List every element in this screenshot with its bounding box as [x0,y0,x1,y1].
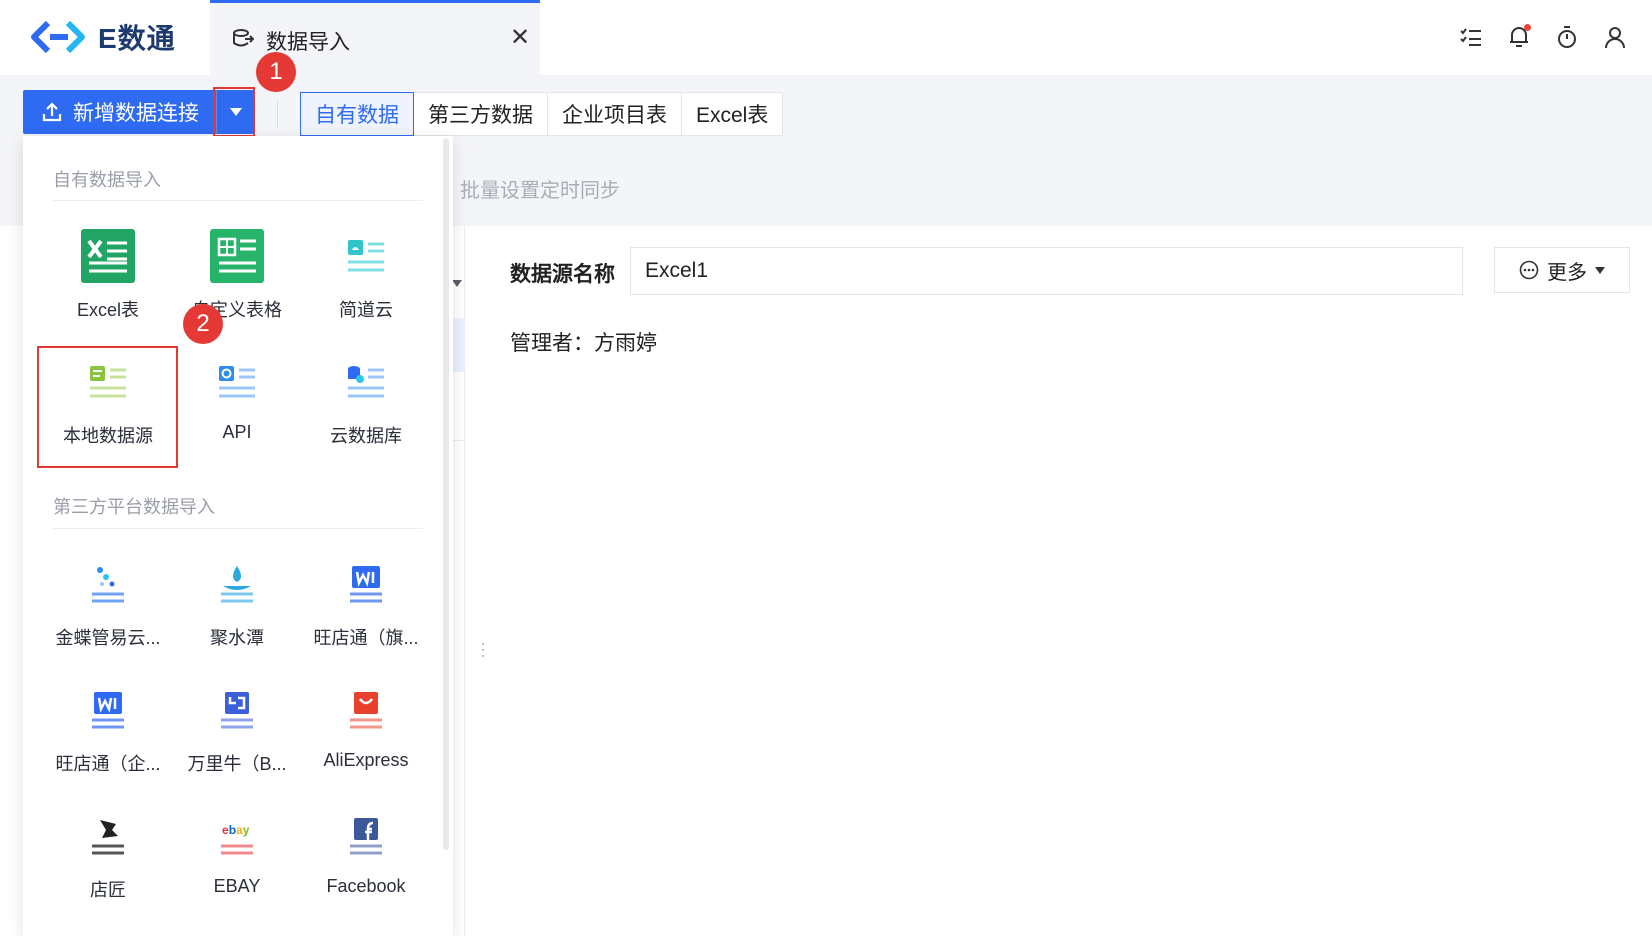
tab-own-data[interactable]: 自有数据 [300,92,414,136]
datasource-name-input[interactable]: Excel1 [630,247,1463,295]
top-bar: E数通 数据导入 ✕ [0,0,1652,75]
tab-excel-table[interactable]: Excel表 [682,93,782,135]
jushuitan-icon [209,556,265,612]
annotation-box-local-datasource [37,346,178,468]
item-jiandaoyun[interactable]: 简道云 [301,224,431,324]
item-ebay[interactable]: ebay EBAY [172,804,302,904]
divider [277,100,278,128]
batch-schedule-sync-link[interactable]: 批量设置定时同步 [460,174,620,203]
annotation-badge-2: 2 [183,304,223,344]
item-kingdee[interactable]: 金蝶管易云... [43,552,173,652]
item-wanliniu[interactable]: 万里牛（B... [172,678,302,778]
more-button[interactable]: 更多 [1494,247,1630,293]
item-cloud-database[interactable]: 云数据库 [301,350,431,450]
item-aliexpress[interactable]: AliExpress [301,678,431,778]
data-type-tabs: 自有数据 第三方数据 企业项目表 Excel表 [300,92,784,136]
user-icon[interactable] [1602,22,1628,52]
section-title-third-party: 第三方平台数据导入 [53,497,215,517]
cloud-database-icon [338,354,394,410]
logo-text: E数通 [98,23,176,54]
logo-mark-icon [31,20,85,54]
caret-down-icon[interactable] [452,280,462,287]
item-facebook[interactable]: Facebook [301,804,431,904]
bell-icon[interactable] [1506,22,1532,52]
item-jushuitan[interactable]: 聚水潭 [172,552,302,652]
more-dots-icon [1519,260,1539,280]
section-title-own: 自有数据导入 [53,170,161,190]
divider [53,528,423,529]
custom-table-icon [209,228,265,284]
svg-text:ebay: ebay [222,823,250,837]
task-list-icon[interactable] [1458,22,1484,52]
timer-icon[interactable] [1554,22,1580,52]
tab-enterprise-project-table[interactable]: 企业项目表 [548,93,682,135]
tab-third-party-data[interactable]: 第三方数据 [414,93,548,135]
notification-dot [1524,24,1531,31]
annotation-badge-1: 1 [256,52,296,92]
item-wangdiantong-flagship[interactable]: 旺店通（旗... [301,552,431,652]
wangdiantong-icon [338,556,394,612]
kingdee-icon [80,556,136,612]
wangdiantong-icon [80,682,136,738]
divider [53,200,423,201]
item-api[interactable]: API [172,350,302,450]
upload-icon [42,102,62,122]
facebook-icon [338,808,394,864]
more-label: 更多 [1547,261,1587,284]
close-icon[interactable]: ✕ [510,23,530,52]
aliexpress-icon [338,682,394,738]
item-wangdiantong-enterprise[interactable]: 旺店通（企... [43,678,173,778]
wanliniu-icon [209,682,265,738]
manager-text: 管理者：方雨婷 [510,332,657,355]
jiandaoyun-icon [338,228,394,284]
resize-handle[interactable]: · · · [480,634,486,664]
caret-down-icon [1595,266,1605,274]
add-data-connection-button[interactable]: 新增数据连接 [23,90,216,134]
datasource-name-label: 数据源名称 [510,263,615,286]
excel-icon [80,228,136,284]
item-excel[interactable]: Excel表 [43,224,173,324]
api-icon [209,354,265,410]
item-dianjiang[interactable]: 店匠 [43,804,173,904]
annotation-box-caret [213,87,255,137]
data-import-icon [232,29,255,54]
logo[interactable]: E数通 [28,16,176,58]
ebay-icon: ebay [209,808,265,864]
add-button-label: 新增数据连接 [73,102,199,125]
dianjiang-icon [80,808,136,864]
dropdown-scrollbar[interactable] [443,138,449,850]
